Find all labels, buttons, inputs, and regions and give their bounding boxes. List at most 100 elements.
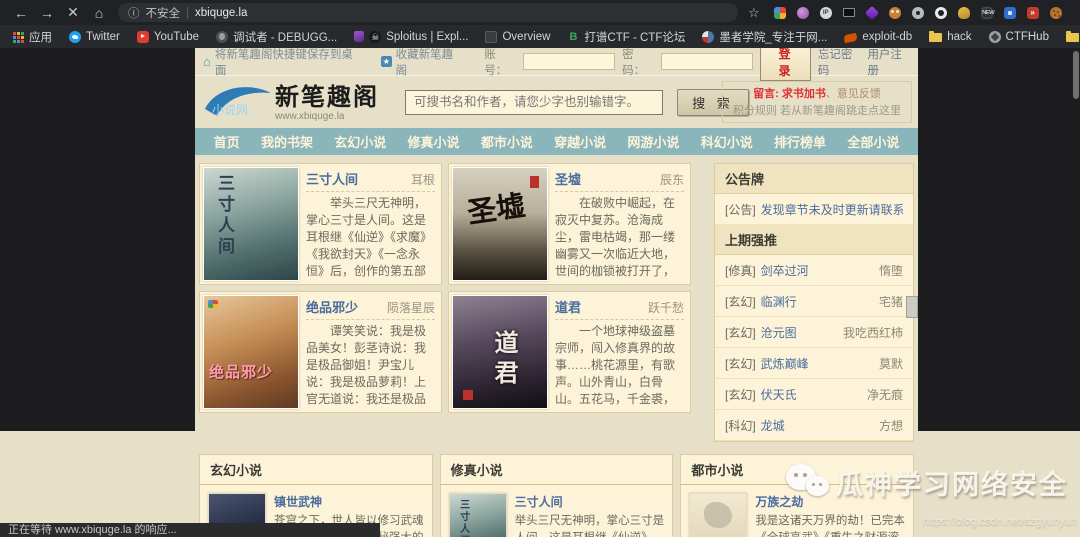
- scrollbar-thumb[interactable]: [1073, 51, 1079, 99]
- search-input[interactable]: [405, 89, 663, 115]
- nav-bookshelf[interactable]: 我的书架: [261, 132, 313, 151]
- book-cover[interactable]: 三寸人间: [203, 167, 299, 281]
- extension-icon-new[interactable]: NEW: [980, 6, 994, 19]
- register-link[interactable]: 用户注册: [867, 48, 910, 78]
- notice-link[interactable]: 发现章节未及时更新请联系我们: [761, 201, 903, 218]
- account-input[interactable]: [523, 53, 616, 70]
- stop-icon[interactable]: ✕: [60, 4, 86, 21]
- featured-books: 三寸人间 三寸人间 耳根 举头三尺无神明，掌心三寸是人间。这是耳根继《仙逆》《求…: [199, 163, 691, 442]
- extension-icon-eye[interactable]: [911, 6, 924, 19]
- security-label: 不安全: [145, 7, 181, 20]
- back-icon[interactable]: ←: [8, 5, 34, 21]
- book-title-link[interactable]: 武炼巅峰: [761, 355, 809, 372]
- memo-line1-red[interactable]: 留言: 求书加书: [753, 88, 826, 100]
- bookmark-sploitus[interactable]: ☠ Sploitus | Expl...: [354, 30, 468, 43]
- floating-widget[interactable]: [906, 296, 918, 318]
- bookmark-twitter[interactable]: Twitter: [69, 30, 120, 43]
- notice-item: [公告] 发现章节未及时更新请联系我们: [715, 194, 913, 225]
- book-author: 惰堕: [878, 264, 903, 278]
- nav-xiuzhen[interactable]: 修真小说: [408, 132, 460, 151]
- book-title-link[interactable]: 三寸人间: [515, 493, 665, 510]
- favorite-icon: ★: [381, 56, 392, 67]
- save-shortcut-link[interactable]: ⌂ 将新笔趣阁快捷键保存到桌面: [203, 48, 359, 78]
- memo-line2[interactable]: 积分规则 若从新笔趣阁跳走点这里: [729, 103, 905, 120]
- main-content: 三寸人间 三寸人间 耳根 举头三尺无神明，掌心三寸是人间。这是耳根继《仙逆》《求…: [195, 155, 918, 442]
- book-description: 谭笑笑说：我是极品美女！彭茎诗说：我是极品御姐！尹宝儿说：我是极品萝莉！上官无道…: [306, 324, 427, 407]
- book-title-link[interactable]: 万族之劫: [755, 493, 905, 510]
- address-separator: |: [186, 6, 189, 19]
- nav-ranking[interactable]: 排行榜单: [774, 132, 826, 151]
- bookmark-debugger[interactable]: 调试者 - DEBUGG...: [216, 29, 337, 45]
- extension-icon-purple[interactable]: [796, 6, 809, 19]
- nav-all[interactable]: 全部小说: [847, 132, 899, 151]
- bookmark-ctf-forum[interactable]: B 打谱CTF - CTF论坛: [567, 29, 685, 45]
- book-title-link[interactable]: 伏天氏: [761, 386, 797, 403]
- bookmark-exploit-db[interactable]: exploit-db: [843, 31, 912, 43]
- book-card: 三寸人间 三寸人间 耳根 举头三尺无神明，掌心三寸是人间。这是耳根继《仙逆》《求…: [199, 163, 442, 285]
- book-card: 圣墟 圣墟 辰东 在破败中崛起，在寂灭中复苏。沧海成尘，雷电枯竭，那一缕幽雾又一…: [448, 163, 691, 285]
- book-author: 耳根: [410, 173, 435, 187]
- book-cover[interactable]: 绝品邪少: [203, 295, 299, 409]
- extension-icon-mask[interactable]: [888, 6, 901, 19]
- nav-dushi[interactable]: 都市小说: [481, 132, 533, 151]
- book-title-link[interactable]: 三寸人间: [306, 169, 358, 188]
- memo-line1-rest[interactable]: 、意见反馈: [826, 88, 881, 100]
- bookmark-star-icon[interactable]: ☆: [748, 5, 760, 21]
- favorite-link[interactable]: ★ 收藏新笔趣阁: [381, 48, 462, 78]
- extension-icon-red[interactable]: »: [1026, 6, 1039, 19]
- book-author: 净无痕: [866, 388, 903, 402]
- nav-kehuan[interactable]: 科幻小说: [701, 132, 753, 151]
- extension-icon-laptop[interactable]: [842, 8, 855, 17]
- book-title-link[interactable]: 沧元图: [761, 324, 797, 341]
- bookmark-mozhe[interactable]: 墨者学院_专注于网...: [702, 29, 827, 45]
- book-title-link[interactable]: 镇世武神: [274, 493, 424, 510]
- book-description: 在破败中崛起，在寂灭中复苏。沧海成尘，雷电枯竭，那一缕幽雾又一次临近大地，世间的…: [555, 196, 676, 279]
- password-input[interactable]: [661, 53, 754, 70]
- bookmark-ctfhub[interactable]: CTFHub: [988, 30, 1049, 43]
- info-icon[interactable]: ⓘ: [128, 5, 140, 21]
- extension-icon-ring[interactable]: [934, 6, 947, 19]
- book-category: [玄幻]: [725, 388, 756, 402]
- book-title-link[interactable]: 绝品邪少: [306, 297, 358, 316]
- book-title-link[interactable]: 剑卒过河: [761, 262, 809, 279]
- extension-icon-colorgrid[interactable]: [773, 6, 786, 19]
- home-small-icon: ⌂: [203, 54, 211, 69]
- home-icon[interactable]: ⌂: [86, 5, 112, 21]
- bookmark-hack-folder[interactable]: hack: [929, 31, 972, 43]
- nav-xuanhuan[interactable]: 玄幻小说: [334, 132, 386, 151]
- book-author: 方想: [878, 419, 903, 433]
- nav-chuanyue[interactable]: 穿越小说: [554, 132, 606, 151]
- extension-icon-ip[interactable]: IP: [819, 6, 832, 19]
- forward-icon[interactable]: →: [34, 5, 60, 21]
- book-title-link[interactable]: 道君: [555, 297, 581, 316]
- bookmark-src-folder[interactable]: SRC: [1065, 31, 1080, 43]
- bookmark-overview[interactable]: Overview: [485, 30, 550, 43]
- extension-icon-diamond[interactable]: [864, 5, 879, 20]
- overview-icon: [485, 30, 498, 43]
- bug-icon: [216, 30, 229, 43]
- forgot-password-link[interactable]: 忘记密码: [818, 48, 861, 78]
- sidebar-book-item: [玄幻] 武炼巅峰 莫默: [715, 348, 913, 379]
- address-bar[interactable]: ⓘ 不安全 | xbiquge.la: [118, 3, 738, 22]
- bookmark-label: 应用: [29, 31, 52, 44]
- book-cover[interactable]: 圣墟: [452, 167, 548, 281]
- book-title-link[interactable]: 龙城: [761, 417, 785, 434]
- book-author: 莫默: [878, 357, 903, 371]
- extension-icon-hand[interactable]: [957, 6, 970, 19]
- site-logo[interactable]: 小说网 新笔趣阁 www.xbiquge.la: [201, 82, 379, 122]
- book-author: 我吃西红柿: [842, 326, 903, 340]
- book-cover[interactable]: 道君: [452, 295, 548, 409]
- nav-home[interactable]: 首页: [214, 132, 240, 151]
- extension-icon-cookie[interactable]: [1049, 6, 1062, 19]
- address-url[interactable]: xbiquge.la: [195, 7, 247, 19]
- logo-site-tag: 小说网: [212, 102, 248, 117]
- bookmark-apps[interactable]: 应用: [12, 29, 52, 45]
- extension-icon-blue[interactable]: [1003, 6, 1016, 19]
- book-cover[interactable]: 三寸人间: [448, 493, 507, 537]
- book-title-link[interactable]: 圣墟: [555, 169, 581, 188]
- nav-wangyou[interactable]: 网游小说: [627, 132, 679, 151]
- sidebar: 公告牌 [公告] 发现章节未及时更新请联系我们 上期强推 [修真] 剑卒过河 惰…: [714, 163, 914, 442]
- book-title-link[interactable]: 临渊行: [761, 293, 797, 310]
- book-cover[interactable]: 万族之劫: [689, 493, 748, 537]
- bookmark-youtube[interactable]: YouTube: [136, 30, 199, 43]
